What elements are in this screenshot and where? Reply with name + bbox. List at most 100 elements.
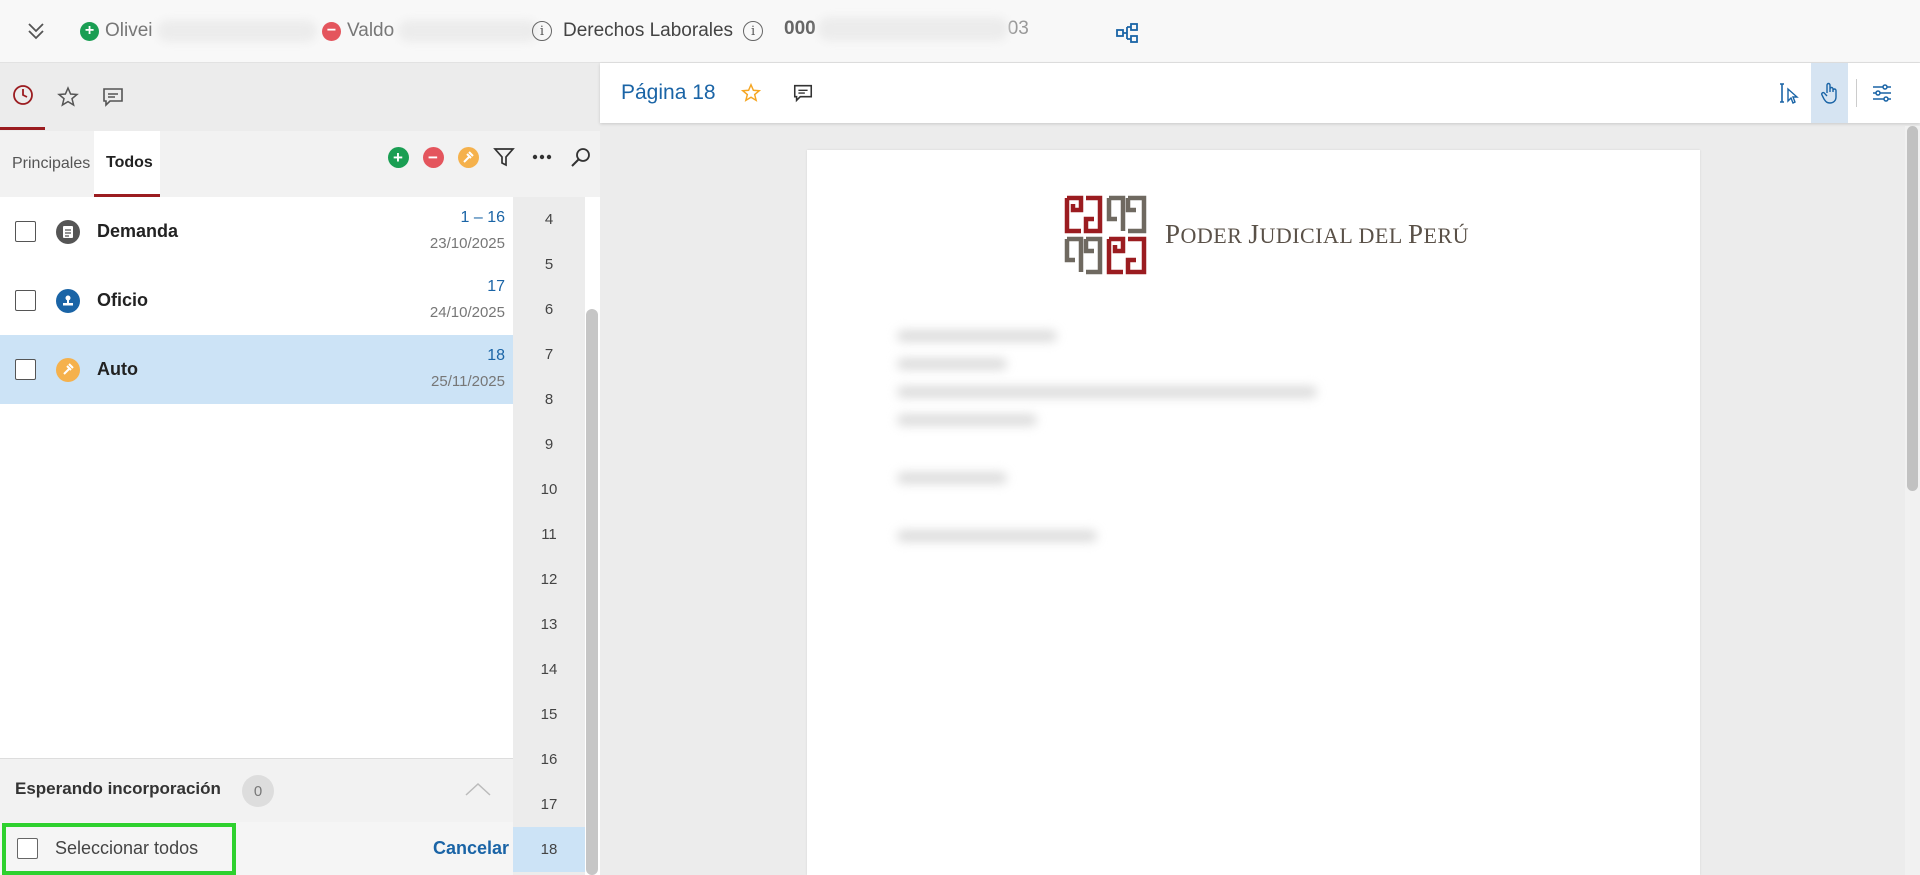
favorite-page-button[interactable] bbox=[738, 80, 764, 106]
document-row-oficio[interactable]: Oficio 17 24/10/2025 bbox=[0, 266, 513, 335]
row-checkbox[interactable] bbox=[15, 290, 36, 311]
search-button[interactable] bbox=[569, 145, 593, 169]
logo-text-eru: ERÚ bbox=[1423, 223, 1470, 248]
page-number[interactable]: 5 bbox=[513, 242, 585, 287]
document-date: 24/10/2025 bbox=[429, 304, 505, 321]
document-date: 25/11/2025 bbox=[431, 373, 505, 390]
subject-text: Derechos Laborales bbox=[563, 20, 734, 41]
document-pages[interactable]: 1 – 16 bbox=[461, 209, 505, 227]
tab-principales[interactable]: Principales bbox=[0, 131, 102, 197]
redacted-text-line bbox=[897, 358, 1007, 370]
hand-tool[interactable] bbox=[1817, 80, 1843, 106]
text-cursor-icon bbox=[1780, 83, 1799, 104]
text-select-tool[interactable] bbox=[1777, 80, 1803, 106]
plaintiff-name-redacted bbox=[156, 20, 317, 42]
row-checkbox[interactable] bbox=[15, 359, 36, 380]
page-number[interactable]: 11 bbox=[513, 512, 585, 557]
page-number[interactable]: 16 bbox=[513, 737, 585, 782]
document-icon bbox=[56, 219, 80, 244]
filter-button[interactable] bbox=[492, 145, 516, 169]
documents-panel: Principales Todos + − Demanda 1 – 16 23/… bbox=[0, 63, 600, 875]
case-tree-button[interactable] bbox=[1115, 20, 1139, 46]
select-all-checkbox[interactable] bbox=[17, 838, 38, 859]
resolution-filter-button[interactable] bbox=[456, 145, 480, 169]
document-date: 23/10/2025 bbox=[429, 235, 505, 252]
waiting-title: Esperando incorporación bbox=[15, 779, 221, 798]
defendant-party[interactable]: − Valdo bbox=[322, 18, 539, 44]
subject-field: i Derechos Laborales i bbox=[532, 18, 764, 44]
page-number[interactable]: 7 bbox=[513, 332, 585, 377]
document-page: PODER JUDICIAL DEL PERÚ bbox=[807, 150, 1700, 875]
minus-circle-icon: − bbox=[422, 146, 444, 168]
document-viewer: Página 18 PODER JUDICIAL DEL PERÚ bbox=[600, 63, 1920, 875]
hand-icon bbox=[1821, 82, 1837, 104]
viewer-toolbar: Página 18 bbox=[600, 63, 1920, 123]
toolbar-divider bbox=[1856, 79, 1857, 107]
page-number[interactable]: 4 bbox=[513, 197, 585, 242]
document-pages[interactable]: 17 bbox=[487, 278, 505, 296]
page-number[interactable]: 15 bbox=[513, 692, 585, 737]
redacted-text-line bbox=[897, 414, 1037, 426]
gavel-icon bbox=[462, 150, 474, 163]
row-checkbox[interactable] bbox=[15, 221, 36, 242]
viewer-scrollbar-thumb[interactable] bbox=[1907, 126, 1918, 491]
document-name: Auto bbox=[97, 359, 138, 379]
page-number[interactable]: 10 bbox=[513, 467, 585, 512]
redacted-text-line bbox=[897, 472, 1007, 484]
tab-comments[interactable] bbox=[90, 63, 135, 130]
page-number[interactable]: 17 bbox=[513, 782, 585, 827]
info-icon[interactable]: i bbox=[532, 21, 552, 41]
page-number[interactable]: 8 bbox=[513, 377, 585, 422]
filter-icon bbox=[493, 148, 515, 167]
case-number-suffix: 03 bbox=[1007, 18, 1029, 39]
page-number[interactable]: 6 bbox=[513, 287, 585, 332]
page-number[interactable]: 13 bbox=[513, 602, 585, 647]
star-icon bbox=[56, 85, 79, 107]
redacted-text-line bbox=[897, 386, 1317, 398]
document-list: Demanda 1 – 16 23/10/2025 Oficio 17 24/1… bbox=[0, 197, 513, 404]
add-comment-button[interactable] bbox=[790, 80, 816, 106]
plaintiff-plus-icon: + bbox=[80, 21, 99, 41]
tab-history[interactable] bbox=[0, 63, 45, 130]
sliders-icon bbox=[1873, 84, 1891, 102]
plaintiff-name: Olivei bbox=[105, 20, 153, 41]
more-options-button[interactable] bbox=[530, 145, 554, 169]
tab-todos[interactable]: Todos bbox=[94, 131, 160, 197]
document-row-demanda[interactable]: Demanda 1 – 16 23/10/2025 bbox=[0, 197, 513, 266]
page-rail-scrollbar[interactable] bbox=[586, 309, 598, 875]
cancel-button[interactable]: Cancelar bbox=[433, 838, 509, 859]
subject-info-icon[interactable]: i bbox=[743, 21, 764, 41]
page-number-active[interactable]: 18 bbox=[513, 827, 585, 872]
star-icon bbox=[740, 82, 762, 102]
remove-button[interactable]: − bbox=[421, 145, 445, 169]
page-number-rail: 4 5 6 7 8 9 10 11 12 13 14 15 16 17 18 bbox=[513, 197, 585, 875]
tab-favorites[interactable] bbox=[45, 63, 90, 130]
comment-icon bbox=[793, 84, 813, 103]
chevron-up-icon[interactable] bbox=[464, 781, 492, 797]
logo-letter-j: J bbox=[1248, 219, 1260, 249]
page-number[interactable]: 14 bbox=[513, 647, 585, 692]
add-button[interactable]: + bbox=[386, 145, 410, 169]
settings-button[interactable] bbox=[1869, 80, 1895, 106]
comment-icon bbox=[102, 87, 123, 107]
logo-text-udicial: UDICIAL DEL bbox=[1259, 223, 1408, 248]
document-row-auto[interactable]: Auto 18 25/11/2025 bbox=[0, 335, 513, 404]
waiting-section: Esperando incorporación 0 bbox=[0, 758, 513, 822]
document-pages[interactable]: 18 bbox=[487, 347, 505, 365]
gavel-icon bbox=[56, 357, 80, 382]
collapse-header-button[interactable] bbox=[24, 18, 48, 44]
case-number-prefix: 000 bbox=[784, 18, 816, 39]
page-number[interactable]: 9 bbox=[513, 422, 585, 467]
select-all-label[interactable]: Seleccionar todos bbox=[55, 838, 198, 859]
defendant-name: Valdo bbox=[347, 20, 395, 41]
logo-letter-p2: P bbox=[1408, 219, 1424, 249]
redacted-text-line bbox=[897, 530, 1097, 542]
defendant-name-redacted bbox=[398, 20, 539, 42]
panel-tabs bbox=[0, 63, 600, 131]
page-title: Página 18 bbox=[621, 81, 716, 104]
plaintiff-party[interactable]: + Olivei bbox=[80, 18, 317, 44]
defendant-minus-icon: − bbox=[322, 21, 341, 41]
gavel-circle-icon bbox=[457, 146, 479, 168]
document-name: Demanda bbox=[97, 221, 179, 241]
page-number[interactable]: 12 bbox=[513, 557, 585, 602]
